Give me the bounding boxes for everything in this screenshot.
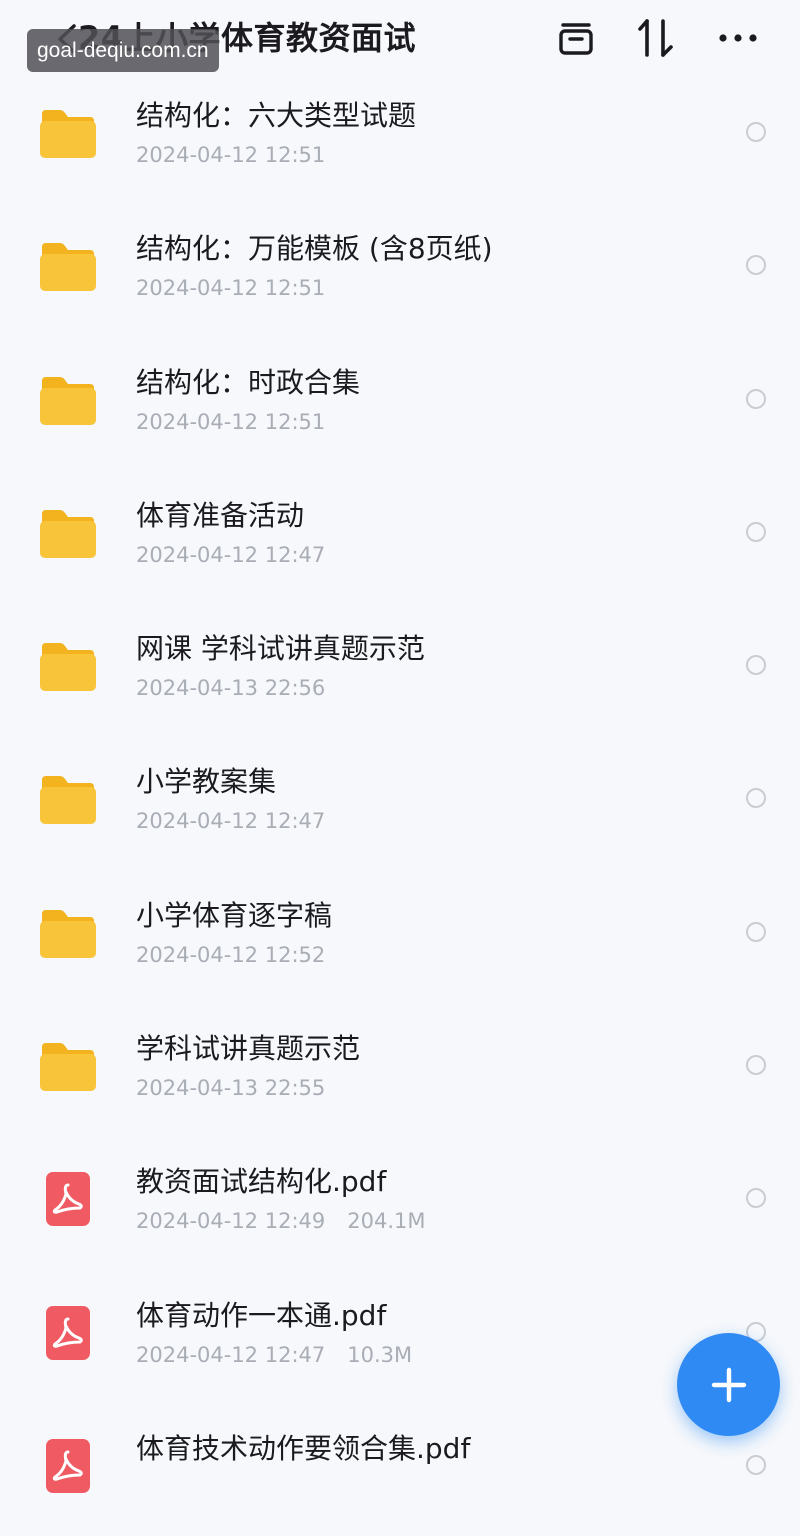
plus-icon: [711, 1367, 746, 1402]
pdf-file-icon: [46, 1438, 90, 1493]
file-row[interactable]: 体育技术动作要领合集.pdf: [0, 1403, 800, 1536]
folder-icon: [40, 643, 96, 692]
file-meta: 2024-04-12 12:47 10.3M: [136, 1340, 412, 1370]
select-checkbox[interactable]: [746, 921, 766, 942]
select-checkbox[interactable]: [746, 1454, 766, 1475]
file-list: 结构化：六大类型试题 2024-04-12 12:51 结构化：万能模板 (含8…: [0, 70, 800, 1536]
file-date: 2024-04-12 12:47: [136, 1342, 326, 1367]
folder-icon: [40, 243, 96, 292]
file-name: 体育动作一本通.pdf: [136, 1298, 387, 1332]
file-row[interactable]: 教资面试结构化.pdf 2024-04-12 12:49 204.1M: [0, 1136, 800, 1269]
file-row[interactable]: 结构化：万能模板 (含8页纸) 2024-04-12 12:51: [0, 203, 800, 336]
file-row[interactable]: 结构化：时政合集 2024-04-12 12:51: [0, 337, 800, 470]
file-meta: 2024-04-13 22:55: [136, 1073, 347, 1103]
select-checkbox[interactable]: [746, 788, 766, 809]
select-checkbox[interactable]: [746, 388, 766, 409]
file-row[interactable]: 小学体育逐字稿 2024-04-12 12:52: [0, 870, 800, 1003]
file-date: 2024-04-12 12:51: [136, 143, 326, 167]
file-name: 结构化：六大类型试题: [136, 99, 417, 132]
pdf-file-icon: [46, 1305, 90, 1360]
file-date: 2024-04-12 12:51: [136, 409, 326, 434]
archive-box-icon: [559, 23, 593, 55]
select-checkbox[interactable]: [746, 122, 766, 142]
file-date: 2024-04-12 12:47: [136, 809, 326, 834]
file-name: 小学体育逐字稿: [136, 898, 333, 932]
file-row[interactable]: 结构化：六大类型试题 2024-04-12 12:51: [0, 70, 800, 203]
file-date: 2024-04-12 12:52: [136, 942, 326, 967]
select-checkbox[interactable]: [746, 521, 766, 542]
folder-icon: [40, 509, 96, 558]
file-name: 网课 学科试讲真题示范: [136, 632, 425, 666]
file-date: 2024-04-12 12:47: [136, 542, 326, 567]
watermark-badge: goal-deqiu.com.cn: [27, 29, 219, 72]
file-date: 2024-04-12 12:51: [136, 276, 326, 301]
file-name: 学科试讲真题示范: [136, 1032, 361, 1066]
pdf-file-icon: [46, 1172, 90, 1227]
file-size: 204.1M: [347, 1209, 426, 1234]
folder-icon: [40, 776, 96, 825]
more-dots-icon: [719, 34, 757, 42]
file-meta: 2024-04-12 12:51: [136, 407, 347, 437]
file-name: 体育技术动作要领合集.pdf: [136, 1431, 471, 1465]
file-meta: 2024-04-12 12:49 204.1M: [136, 1206, 426, 1236]
archive-button[interactable]: [554, 16, 598, 60]
file-date: 2024-04-13 22:55: [136, 1076, 326, 1101]
file-row[interactable]: 学科试讲真题示范 2024-04-13 22:55: [0, 1003, 800, 1136]
folder-icon: [40, 376, 96, 425]
file-date: 2024-04-13 22:56: [136, 676, 326, 701]
file-name: 结构化：时政合集: [136, 365, 361, 399]
select-checkbox[interactable]: [746, 1055, 766, 1076]
sort-arrows-icon: [638, 19, 673, 57]
file-name: 体育准备活动: [136, 498, 305, 532]
select-checkbox[interactable]: [746, 255, 766, 276]
file-meta: 2024-04-12 12:47: [136, 540, 347, 570]
file-meta: 2024-04-13 22:56: [136, 673, 347, 703]
file-size: 10.3M: [347, 1342, 413, 1367]
folder-icon: [40, 110, 96, 158]
add-button[interactable]: [677, 1333, 780, 1436]
more-button[interactable]: [716, 16, 760, 60]
file-meta: 2024-04-12 12:51: [136, 140, 347, 170]
select-checkbox[interactable]: [746, 1188, 766, 1209]
file-row[interactable]: 体育准备活动 2024-04-12 12:47: [0, 470, 800, 603]
sort-button[interactable]: [634, 16, 678, 60]
file-name: 结构化：万能模板 (含8页纸): [136, 232, 493, 266]
folder-icon: [40, 909, 96, 958]
file-meta: 2024-04-12 12:47: [136, 806, 347, 836]
file-name: 小学教案集: [136, 765, 277, 799]
file-row[interactable]: 网课 学科试讲真题示范 2024-04-13 22:56: [0, 603, 800, 736]
folder-icon: [40, 1043, 96, 1092]
file-row[interactable]: 小学教案集 2024-04-12 12:47: [0, 736, 800, 869]
select-checkbox[interactable]: [746, 655, 766, 676]
file-name: 教资面试结构化.pdf: [136, 1165, 387, 1199]
file-date: 2024-04-12 12:49: [136, 1209, 326, 1234]
file-meta: 2024-04-12 12:51: [136, 273, 347, 303]
file-meta: 2024-04-12 12:52: [136, 940, 347, 970]
